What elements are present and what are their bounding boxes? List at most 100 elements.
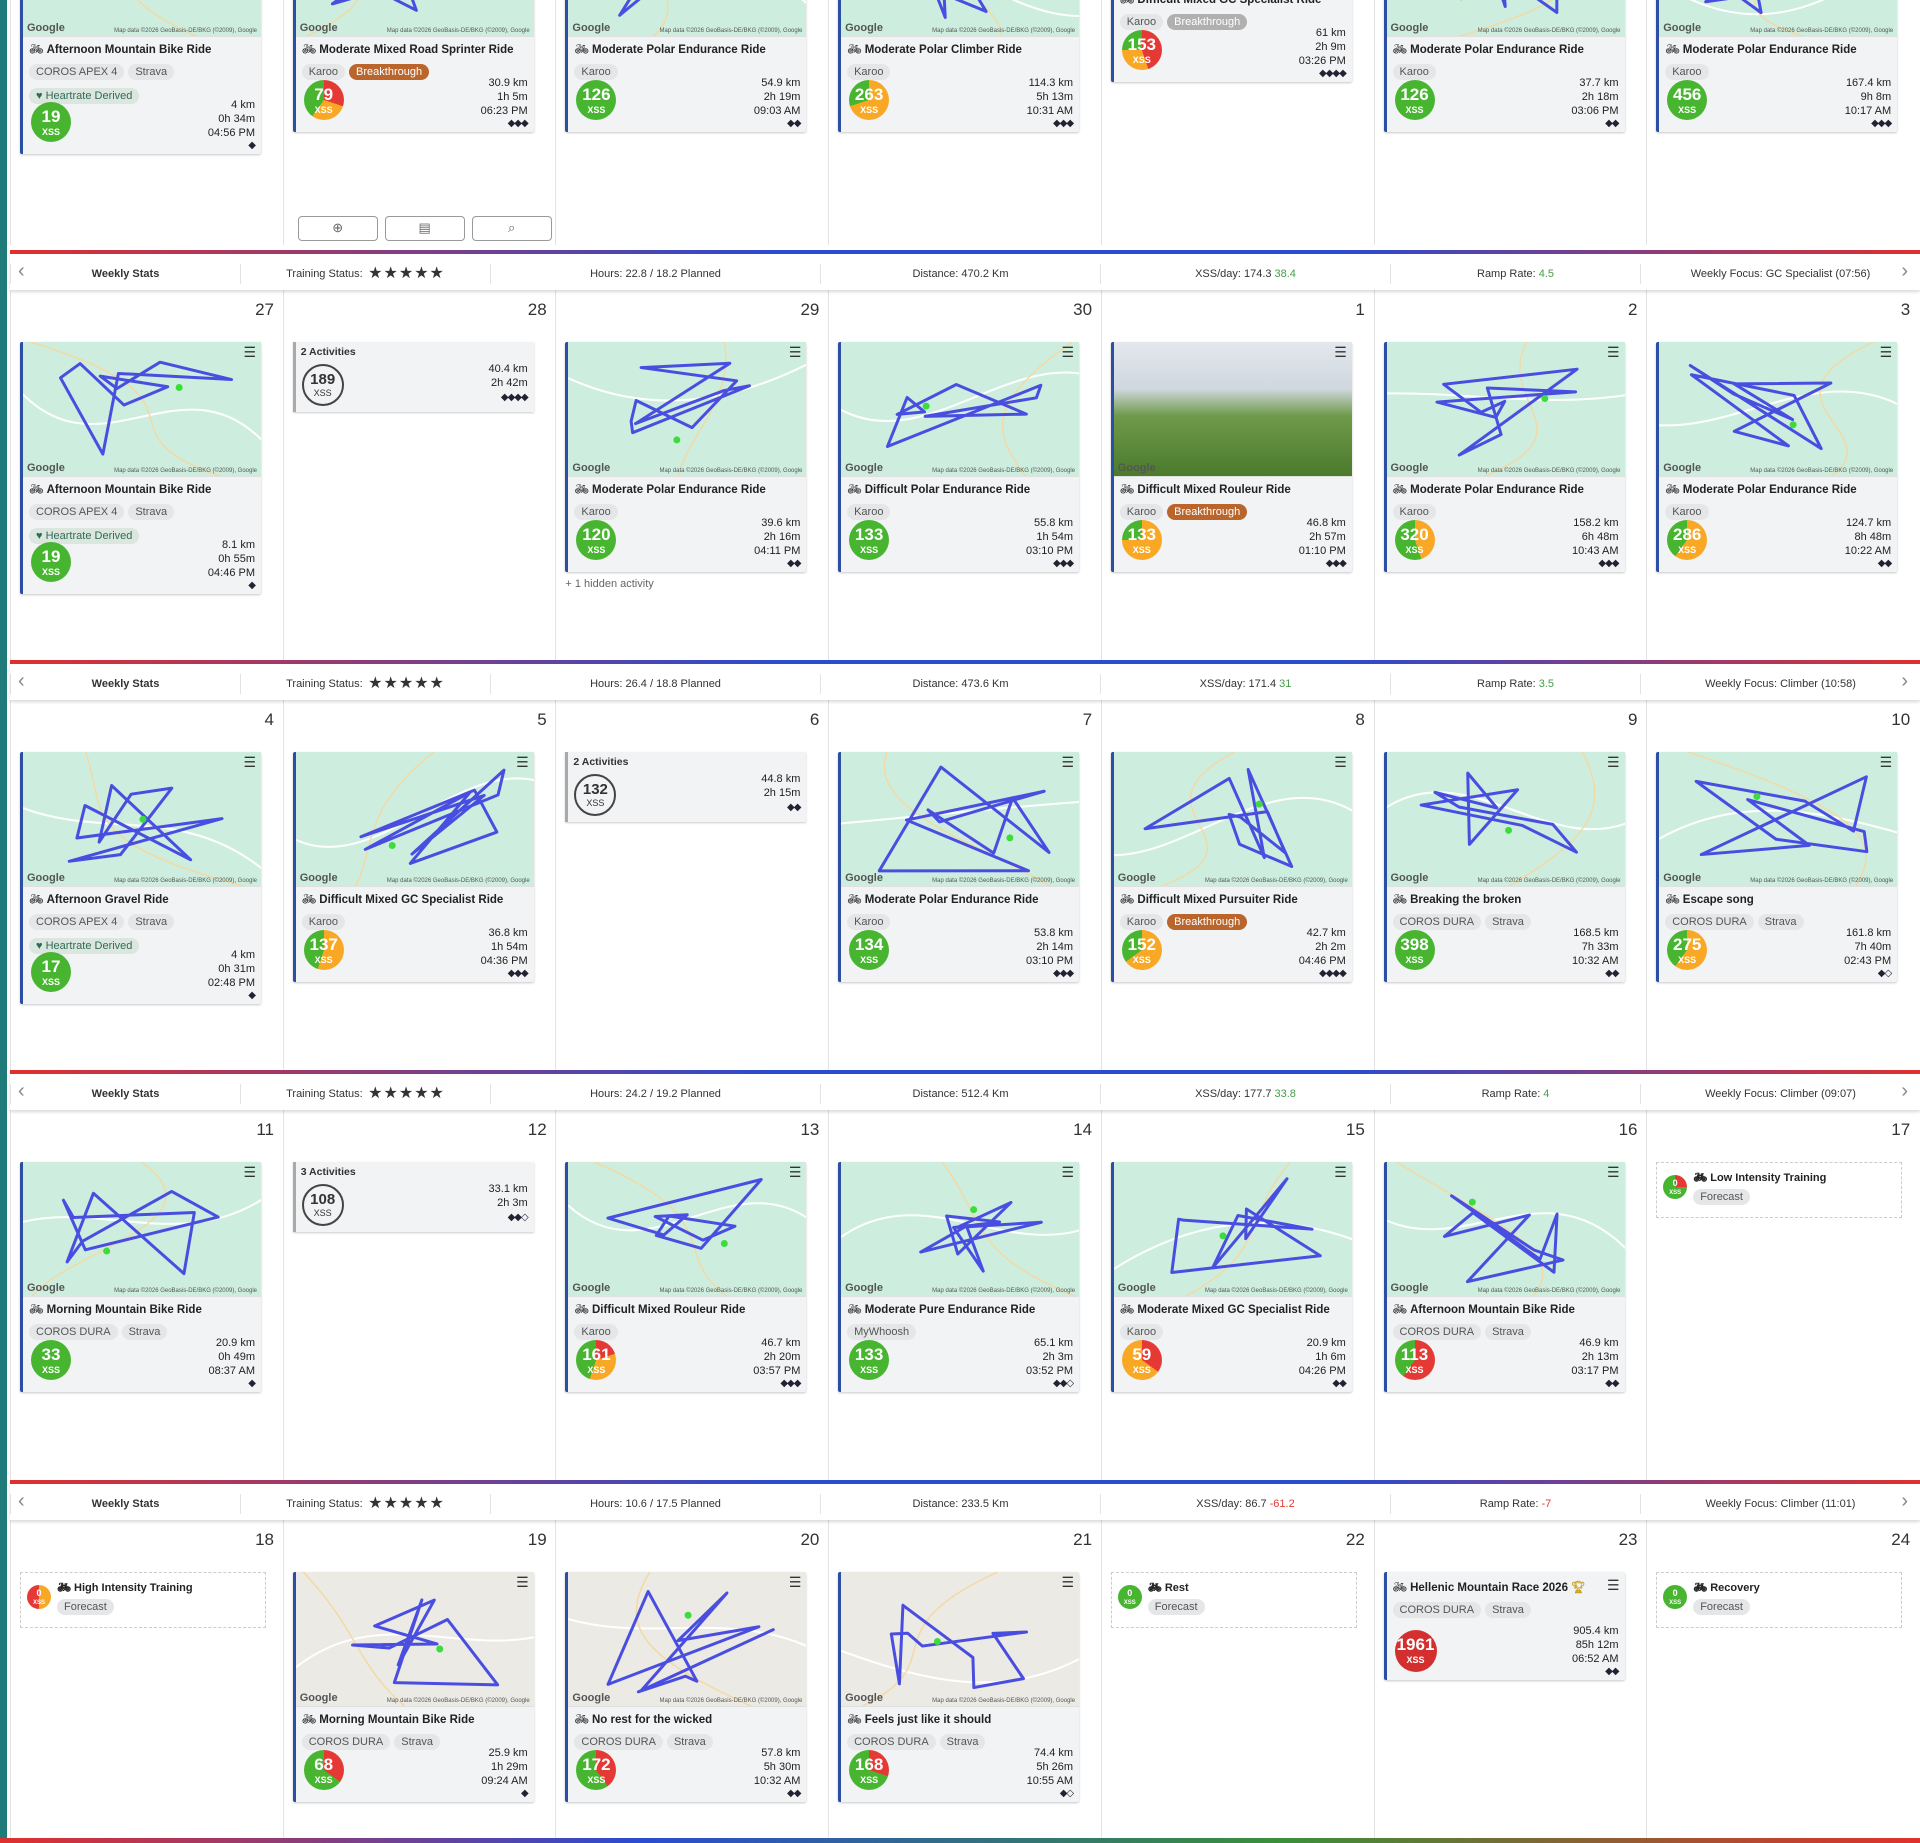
activity-card[interactable]: Google Map data ©2026 GeoBasis-DE/BKG (©2… <box>292 752 534 982</box>
calendar-day-cell[interactable]: 2 Google Map data ©2026 GeoBasis-DE/BKG (©… <box>1373 290 1644 660</box>
activity-map[interactable]: Google Map data ©2026 GeoBasis-DE/BKG (©2… <box>295 1572 534 1707</box>
activity-title[interactable]: 🚲︎ Moderate Polar Endurance Ride <box>1659 37 1897 59</box>
activity-title[interactable]: 🚲︎ Moderate Mixed Road Sprinter Ride <box>296 37 534 59</box>
activity-title[interactable]: 🚲︎ Difficult Mixed Pursuiter Ride <box>1114 887 1352 909</box>
next-week-arrow[interactable]: › <box>1901 260 1908 283</box>
activity-map[interactable]: Google Map data ©2026 GeoBasis-DE/BKG (©2… <box>841 342 1080 477</box>
activity-map[interactable]: Google Map data ©2026 GeoBasis-DE/BKG (©2… <box>1659 342 1898 477</box>
activity-map[interactable]: Google Map data ©2026 GeoBasis-DE/BKG (©2… <box>841 752 1080 887</box>
activity-card[interactable]: Google Map data ©2026 GeoBasis-DE/BKG (©2… <box>838 0 1080 132</box>
card-menu-icon[interactable]: ☰ <box>1062 345 1075 359</box>
card-menu-icon[interactable]: ☰ <box>1880 755 1893 769</box>
card-menu-icon[interactable]: ☰ <box>1607 1165 1620 1179</box>
calendar-day-cell[interactable]: 1 Google ☰ 🚲︎ Difficult Mixed Rouleur Ride Ka… <box>1100 290 1371 660</box>
activity-card[interactable]: Google Map data ©2026 GeoBasis-DE/BKG (©2… <box>838 342 1080 572</box>
calendar-day-cell[interactable]: 16 Google Map data ©2026 GeoBasis-DE/BKG (… <box>1373 1110 1644 1480</box>
activity-title[interactable]: 🚲︎ Difficult Mixed GC Specialist Ride <box>1114 0 1352 9</box>
activity-map[interactable]: Google Map data ©2026 GeoBasis-DE/BKG (©2… <box>1386 0 1625 37</box>
calendar-day-cell[interactable]: GoogleMap data ©2026 GeoBasis-DE/BKG (©2… <box>1100 0 1371 245</box>
calendar-day-cell[interactable]: 20 Google Map data ©2026 GeoBasis-DE/BKG (… <box>555 1520 825 1838</box>
planned-workout-card[interactable]: 0 XSS 🚲︎ Low Intensity Training Forecast <box>1656 1162 1903 1218</box>
calendar-day-cell[interactable]: 17 0 XSS 🚲︎ Low Intensity Training Forecast <box>1646 1110 1916 1480</box>
planned-workout-card[interactable]: 0 XSS 🚲︎ Rest Forecast <box>1110 1572 1357 1628</box>
activity-map[interactable]: Google Map data ©2026 GeoBasis-DE/BKG (©2… <box>1386 752 1625 887</box>
calendar-day-cell[interactable]: 21 Google Map data ©2026 GeoBasis-DE/BKG (… <box>828 1520 1098 1838</box>
calendar-day-cell[interactable]: GoogleMap data ©2026 GeoBasis-DE/BKG (©2… <box>282 0 553 245</box>
activity-card[interactable]: Google Map data ©2026 GeoBasis-DE/BKG (©2… <box>1110 1162 1352 1392</box>
activity-card[interactable]: Google Map data ©2026 GeoBasis-DE/BKG (©2… <box>565 0 807 132</box>
activity-title[interactable]: 🚲︎ Afternoon Mountain Bike Ride <box>23 477 261 499</box>
activity-title[interactable]: 🚲︎ Morning Mountain Bike Ride <box>296 1707 534 1729</box>
activity-map[interactable]: Google Map data ©2026 GeoBasis-DE/BKG (©2… <box>568 1572 807 1707</box>
activity-card[interactable]: Google Map data ©2026 GeoBasis-DE/BKG (©2… <box>20 752 261 1004</box>
card-menu-icon[interactable]: ☰ <box>1334 345 1347 359</box>
calendar-day-cell[interactable]: 6 2 Activities 132 XSS 44.8 km 2h 15m ◆◆ <box>555 700 825 1070</box>
activity-title[interactable]: 🚲︎ Moderate Polar Endurance Ride <box>1659 477 1897 499</box>
card-menu-icon[interactable]: ☰ <box>1607 755 1620 769</box>
activity-card[interactable]: Google Map data ©2026 GeoBasis-DE/BKG (©2… <box>1383 342 1625 572</box>
activity-card[interactable]: Google Map data ©2026 GeoBasis-DE/BKG (©2… <box>292 1572 534 1802</box>
calendar-day-cell[interactable]: GoogleMap data ©2026 GeoBasis-DE/BKG (©2… <box>555 0 825 245</box>
card-menu-icon[interactable]: ☰ <box>1062 1165 1075 1179</box>
activity-title[interactable]: 🚲︎ Difficult Mixed Rouleur Ride <box>568 1297 806 1319</box>
event-card[interactable]: 🚲︎ Hellenic Mountain Race 2026 🏆︎ ☰ COROS D… <box>1383 1572 1625 1680</box>
activity-title[interactable]: 🚲︎ Moderate Polar Climber Ride <box>841 37 1079 59</box>
activity-card[interactable]: Google Map data ©2026 GeoBasis-DE/BKG (©2… <box>1383 752 1625 982</box>
activity-card[interactable]: Google Map data ©2026 GeoBasis-DE/BKG (©2… <box>565 342 807 572</box>
search-button[interactable]: ⌕ <box>471 216 552 241</box>
activity-card[interactable]: Google Map data ©2026 GeoBasis-DE/BKG (©2… <box>1656 342 1898 572</box>
activity-card[interactable]: Google Map data ©2026 GeoBasis-DE/BKG (©2… <box>1383 0 1625 132</box>
activity-map[interactable]: Google Map data ©2026 GeoBasis-DE/BKG (©2… <box>1113 752 1352 887</box>
card-menu-icon[interactable]: ☰ <box>243 755 256 769</box>
activity-title[interactable]: 🚲︎ Moderate Pure Endurance Ride <box>841 1297 1079 1319</box>
activity-card[interactable]: Google Map data ©2026 GeoBasis-DE/BKG (©2… <box>565 1572 807 1802</box>
activity-title[interactable]: 🚲︎ Breaking the broken <box>1387 887 1625 909</box>
calendar-edit-button[interactable]: ▤ <box>384 216 465 241</box>
calendar-day-cell[interactable]: GoogleMap data ©2026 GeoBasis-DE/BKG (©2… <box>1646 0 1916 245</box>
multi-activity-card[interactable]: 2 Activities 132 XSS 44.8 km 2h 15m ◆◆ <box>565 752 807 822</box>
calendar-day-cell[interactable]: 3 Google Map data ©2026 GeoBasis-DE/BKG (©… <box>1646 290 1916 660</box>
activity-map[interactable]: Google Map data ©2026 GeoBasis-DE/BKG (©2… <box>568 1162 807 1297</box>
activity-map[interactable]: Google Map data ©2026 GeoBasis-DE/BKG (©2… <box>295 0 534 37</box>
activity-map[interactable]: Google Map data ©2026 GeoBasis-DE/BKG (©2… <box>841 1162 1080 1297</box>
calendar-day-cell[interactable]: 13 Google Map data ©2026 GeoBasis-DE/BKG (… <box>555 1110 825 1480</box>
card-menu-icon[interactable]: ☰ <box>1607 1578 1620 1592</box>
calendar-day-cell[interactable]: 11 Google Map data ©2026 GeoBasis-DE/BKG (… <box>10 1110 280 1480</box>
calendar-day-cell[interactable]: 30 Google Map data ©2026 GeoBasis-DE/BKG (… <box>828 290 1098 660</box>
activity-title[interactable]: 🚲︎ Moderate Mixed GC Specialist Ride <box>1114 1297 1352 1319</box>
activity-card[interactable]: Google Map data ©2026 GeoBasis-DE/BKG (©2… <box>1656 0 1898 132</box>
card-menu-icon[interactable]: ☰ <box>516 1575 529 1589</box>
activity-card[interactable]: Google Map data ©2026 GeoBasis-DE/BKG (©2… <box>838 1162 1080 1392</box>
calendar-day-cell[interactable]: 14 Google Map data ©2026 GeoBasis-DE/BKG (… <box>828 1110 1098 1480</box>
event-title[interactable]: 🚲︎ Hellenic Mountain Race 2026 🏆︎ <box>1387 1572 1625 1597</box>
card-menu-icon[interactable]: ☰ <box>789 1165 802 1179</box>
activity-map[interactable]: Google Map data ©2026 GeoBasis-DE/BKG (©2… <box>23 0 261 37</box>
card-menu-icon[interactable]: ☰ <box>789 1575 802 1589</box>
activity-card[interactable]: Google Map data ©2026 GeoBasis-DE/BKG (©2… <box>838 1572 1080 1802</box>
card-menu-icon[interactable]: ☰ <box>1334 755 1347 769</box>
activity-card[interactable]: Google Map data ©2026 GeoBasis-DE/BKG (©2… <box>1383 1162 1625 1392</box>
activity-map[interactable]: Google Map data ©2026 GeoBasis-DE/BKG (©2… <box>841 0 1080 37</box>
activity-map[interactable]: Google ☰ <box>1113 342 1352 477</box>
calendar-day-cell[interactable]: 8 Google Map data ©2026 GeoBasis-DE/BKG (©… <box>1100 700 1371 1070</box>
activity-title[interactable]: 🚲︎ Difficult Polar Endurance Ride <box>841 477 1079 499</box>
activity-title[interactable]: 🚲︎ No rest for the wicked <box>568 1707 806 1729</box>
hidden-activity-link[interactable]: + 1 hidden activity <box>565 578 653 590</box>
activity-card[interactable]: Google Map data ©2026 GeoBasis-DE/BKG (©2… <box>1656 752 1898 982</box>
activity-title[interactable]: 🚲︎ Moderate Polar Endurance Ride <box>568 477 806 499</box>
activity-map[interactable]: Google Map data ©2026 GeoBasis-DE/BKG (©2… <box>23 342 261 477</box>
calendar-day-cell[interactable]: 5 Google Map data ©2026 GeoBasis-DE/BKG (©… <box>282 700 553 1070</box>
activity-title[interactable]: 🚲︎ Difficult Mixed GC Specialist Ride <box>296 887 534 909</box>
calendar-day-cell[interactable]: 24 0 XSS 🚲︎ Recovery Forecast <box>1646 1520 1916 1838</box>
calendar-day-cell[interactable]: 19 Google Map data ©2026 GeoBasis-DE/BKG (… <box>282 1520 553 1838</box>
activity-map[interactable]: Google Map data ©2026 GeoBasis-DE/BKG (©2… <box>295 752 534 887</box>
card-menu-icon[interactable]: ☰ <box>1334 1165 1347 1179</box>
activity-map[interactable]: Google Map data ©2026 GeoBasis-DE/BKG (©2… <box>568 0 807 37</box>
activity-card[interactable]: Google Map data ©2026 GeoBasis-DE/BKG (©2… <box>565 1162 807 1392</box>
card-menu-icon[interactable]: ☰ <box>789 345 802 359</box>
card-menu-icon[interactable]: ☰ <box>1062 1575 1075 1589</box>
activity-card[interactable]: Google Map data ©2026 GeoBasis-DE/BKG (©2… <box>292 0 534 132</box>
activity-map[interactable]: Google Map data ©2026 GeoBasis-DE/BKG (©2… <box>1113 1162 1352 1297</box>
activity-title[interactable]: 🚲︎ Afternoon Gravel Ride <box>23 887 261 909</box>
activity-card[interactable]: Google Map data ©2026 GeoBasis-DE/BKG (©2… <box>1110 752 1352 982</box>
